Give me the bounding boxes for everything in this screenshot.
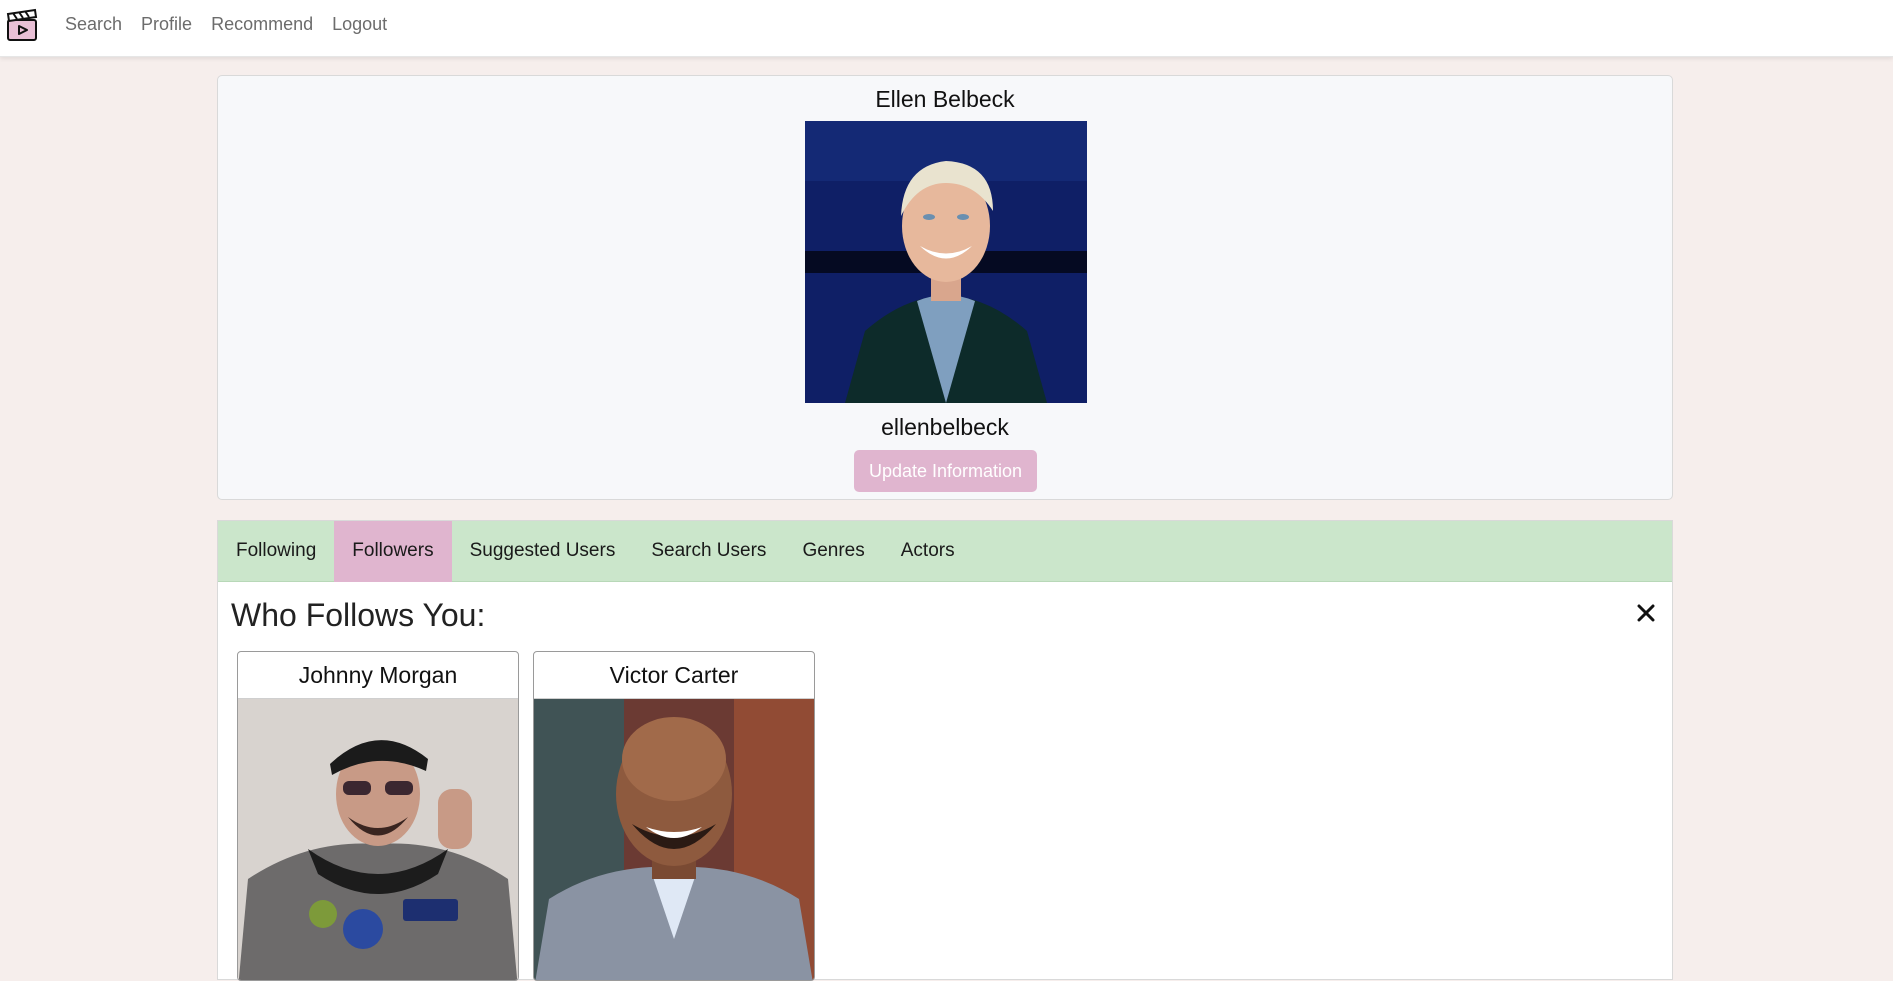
tab-followers[interactable]: Followers	[334, 521, 452, 582]
nav-recommend-link[interactable]: Recommend	[211, 14, 313, 35]
tab-bar: Following Followers Suggested Users Sear…	[218, 521, 1672, 582]
follower-name: Victor Carter	[534, 652, 814, 699]
profile-name: Ellen Belbeck	[875, 86, 1015, 112]
follower-card[interactable]: Johnny Morgan	[237, 651, 519, 981]
tab-suggested-users[interactable]: Suggested Users	[452, 521, 634, 582]
update-information-button[interactable]: Update Information	[854, 450, 1037, 492]
clapperboard-play-icon[interactable]	[5, 8, 39, 42]
top-navbar: Search Profile Recommend Logout	[0, 0, 1893, 57]
nav-search-link[interactable]: Search	[65, 14, 122, 35]
follower-photo	[534, 699, 814, 980]
tab-actors[interactable]: Actors	[883, 521, 973, 582]
tab-following[interactable]: Following	[218, 521, 334, 582]
profile-card: Ellen Belbeck ellenbelbeck Update Inform…	[217, 75, 1673, 500]
follower-name: Johnny Morgan	[238, 652, 518, 699]
section-title: Who Follows You:	[231, 597, 486, 633]
profile-username: ellenbelbeck	[881, 414, 1009, 440]
nav-links: Search Profile Recommend Logout	[56, 0, 406, 48]
nav-profile-link[interactable]: Profile	[141, 14, 192, 35]
follower-card[interactable]: Victor Carter	[533, 651, 815, 981]
tab-search-users[interactable]: Search Users	[633, 521, 784, 582]
content-card: Following Followers Suggested Users Sear…	[217, 520, 1673, 981]
close-icon[interactable]	[1634, 601, 1658, 625]
nav-logout-link[interactable]: Logout	[332, 14, 387, 35]
profile-photo	[805, 121, 1087, 403]
follower-photo	[238, 699, 518, 980]
tab-genres[interactable]: Genres	[784, 521, 882, 582]
